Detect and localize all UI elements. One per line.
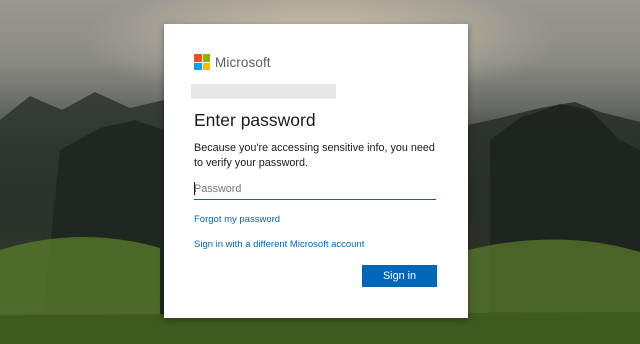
microsoft-logo-icon [194, 54, 210, 70]
microsoft-brand: Microsoft [194, 54, 271, 70]
logo-square-green [202, 54, 210, 62]
forgot-password-link[interactable]: Forgot my password [194, 214, 280, 225]
description-text: Because you're accessing sensitive info,… [194, 142, 435, 169]
logo-square-blue [194, 62, 202, 70]
redacted-account-email [191, 84, 336, 99]
text-cursor [194, 182, 195, 195]
password-input[interactable] [194, 179, 436, 200]
login-screen: Microsoft Enter password Because you're … [0, 0, 640, 344]
sign-in-button[interactable]: Sign in [362, 265, 437, 287]
brand-name: Microsoft [215, 54, 271, 70]
logo-square-red [194, 54, 202, 62]
page-title: Enter password [194, 110, 316, 130]
password-dialog: Microsoft Enter password Because you're … [164, 24, 468, 318]
different-account-link[interactable]: Sign in with a different Microsoft accou… [194, 239, 364, 250]
logo-square-yellow [202, 62, 210, 70]
